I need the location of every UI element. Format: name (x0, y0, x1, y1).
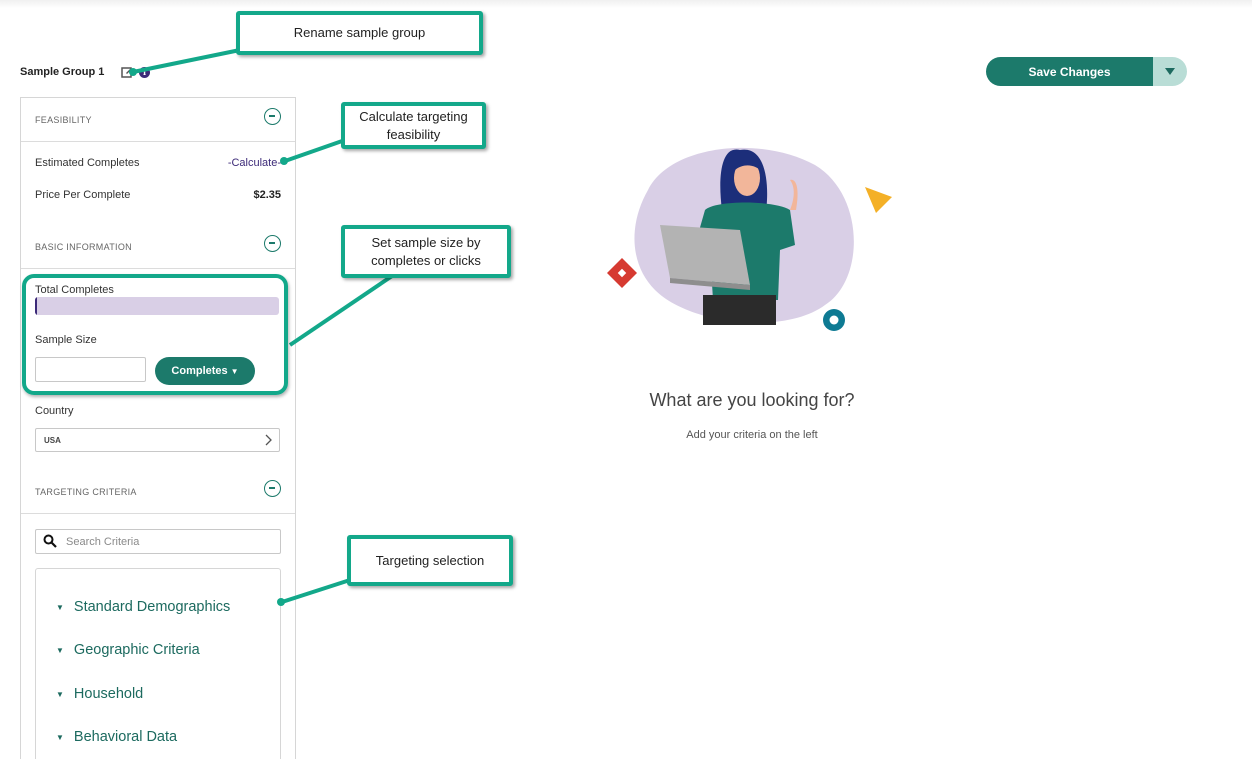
empty-state-illustration (607, 147, 892, 331)
calculate-link[interactable]: -Calculate- (228, 157, 281, 169)
search-criteria-box (35, 529, 281, 554)
save-changes-button[interactable]: Save Changes (986, 57, 1153, 86)
price-per-complete-value: $2.35 (253, 189, 281, 201)
criteria-category-list: ▼ Standard Demographics ▼ Geographic Cri… (35, 568, 281, 759)
sample-group-title: Sample Group 1 (20, 66, 105, 78)
chevron-right-icon (265, 434, 272, 446)
callout-targeting: Targeting selection (347, 535, 513, 586)
save-button-group: Save Changes (986, 57, 1187, 86)
category-geographic-criteria[interactable]: ▼ Geographic Criteria (56, 642, 200, 658)
section-label: FEASIBILITY (35, 115, 92, 125)
callout-rename: Rename sample group (236, 11, 483, 55)
country-select[interactable]: USA (35, 428, 280, 452)
category-behavioral-data[interactable]: ▼ Behavioral Data (56, 729, 177, 745)
feasibility-section-header: FEASIBILITY (21, 98, 295, 142)
callout-feasibility: Calculate targeting feasibility (341, 102, 486, 149)
empty-state-title: What are you looking for? (649, 390, 855, 410)
section-label: BASIC INFORMATION (35, 242, 132, 252)
targeting-criteria-section-header: TARGETING CRITERIA (21, 470, 295, 514)
minus-circle-icon[interactable] (264, 235, 281, 252)
save-options-dropdown[interactable] (1153, 57, 1187, 86)
top-bar (0, 0, 1252, 8)
section-label: TARGETING CRITERIA (35, 487, 137, 497)
sample-size-highlight (22, 274, 288, 395)
info-icon[interactable]: i (139, 67, 150, 78)
caret-down-icon: ▼ (56, 689, 64, 699)
callout-sample-size: Set sample size by completes or clicks (341, 225, 511, 278)
search-criteria-input[interactable] (66, 534, 266, 550)
category-standard-demographics[interactable]: ▼ Standard Demographics (56, 599, 230, 615)
country-label: Country (35, 405, 74, 417)
minus-circle-icon[interactable] (264, 108, 281, 125)
caret-down-icon: ▼ (56, 732, 64, 742)
caret-down-icon: ▼ (56, 645, 64, 655)
caret-down-icon (1165, 67, 1175, 75)
basic-information-section-header: BASIC INFORMATION (21, 225, 295, 269)
estimated-completes-label: Estimated Completes (35, 157, 140, 169)
category-label: Standard Demographics (73, 599, 231, 615)
minus-circle-icon[interactable] (264, 480, 281, 497)
category-household[interactable]: ▼ Household (56, 686, 143, 702)
price-per-complete-label: Price Per Complete (35, 189, 131, 201)
caret-down-icon: ▼ (56, 602, 64, 612)
empty-state-subtitle: Add your criteria on the left (686, 429, 818, 441)
criteria-panel: FEASIBILITY Estimated Completes -Calcula… (20, 97, 296, 759)
search-icon (43, 534, 57, 548)
edit-icon[interactable] (121, 66, 133, 78)
category-label: Geographic Criteria (73, 642, 200, 658)
country-value: USA (44, 436, 61, 445)
category-label: Behavioral Data (73, 729, 178, 745)
category-label: Household (73, 686, 144, 702)
